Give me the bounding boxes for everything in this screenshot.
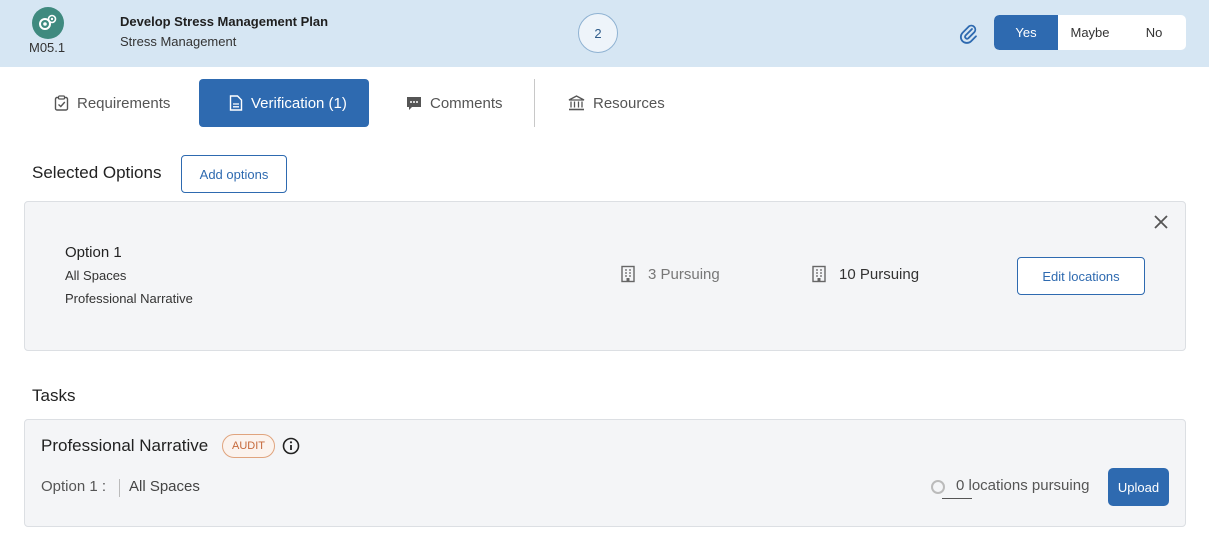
option-card: Option 1 All Spaces Professional Narrati…: [24, 201, 1186, 351]
option-type: Professional Narrative: [65, 291, 193, 306]
status-radio[interactable]: [931, 480, 945, 494]
clipboard-check-icon: [54, 95, 69, 111]
option-name: Option 1: [65, 244, 122, 261]
close-icon[interactable]: [1153, 214, 1169, 230]
tab-label: Verification (1): [251, 94, 347, 112]
pursuing-count-b: 10 Pursuing: [811, 265, 919, 283]
tab-requirements[interactable]: Requirements: [54, 79, 170, 127]
count-badge[interactable]: 2: [578, 13, 618, 53]
comment-icon: [407, 97, 421, 110]
pursuing-label: 10 Pursuing: [839, 265, 920, 283]
building-icon: [621, 265, 635, 283]
divider: [119, 479, 120, 497]
tab-divider: [534, 79, 535, 127]
task-card: Professional Narrative AUDIT Option 1 : …: [24, 419, 1186, 527]
task-option-value: All Spaces: [129, 478, 200, 495]
task-option-label: Option 1 :: [41, 478, 107, 495]
upload-button[interactable]: Upload: [1108, 468, 1169, 506]
tab-verification[interactable]: Verification (1): [199, 79, 369, 127]
pursuing-count-a: 3 Pursuing: [620, 265, 720, 283]
tasks-heading: Tasks: [32, 386, 76, 405]
edit-locations-button[interactable]: Edit locations: [1017, 257, 1145, 295]
gears-icon: [32, 7, 64, 39]
no-button[interactable]: No: [1122, 15, 1186, 50]
tab-label: Resources: [593, 94, 665, 112]
bank-icon: [568, 95, 585, 111]
feature-title: Develop Stress Management Plan: [120, 14, 329, 29]
tab-label: Comments: [430, 94, 503, 112]
tab-label: Requirements: [77, 94, 171, 112]
yes-button[interactable]: Yes: [994, 15, 1058, 50]
underline: [942, 498, 972, 499]
info-icon[interactable]: [282, 437, 300, 455]
locations-pursuing-link[interactable]: 0 locations pursuing: [956, 477, 1089, 494]
audit-badge: AUDIT: [222, 434, 275, 458]
document-icon: [229, 95, 243, 111]
paperclip-icon[interactable]: [958, 22, 978, 44]
header-bar: M05.1 Develop Stress Management Plan Str…: [0, 0, 1209, 67]
building-icon: [812, 265, 826, 283]
answer-toggle: Yes Maybe No: [994, 15, 1186, 50]
maybe-button[interactable]: Maybe: [1058, 15, 1122, 50]
option-scope: All Spaces: [65, 268, 127, 283]
feature-category: Stress Management: [120, 34, 237, 49]
selected-options-heading: Selected Options: [32, 163, 162, 182]
task-name: Professional Narrative: [41, 436, 209, 455]
add-options-button[interactable]: Add options: [181, 155, 287, 193]
feature-code: M05.1: [29, 40, 66, 55]
pursuing-label: 3 Pursuing: [648, 265, 720, 283]
tab-comments[interactable]: Comments: [406, 79, 503, 127]
tab-resources[interactable]: Resources: [568, 79, 665, 127]
